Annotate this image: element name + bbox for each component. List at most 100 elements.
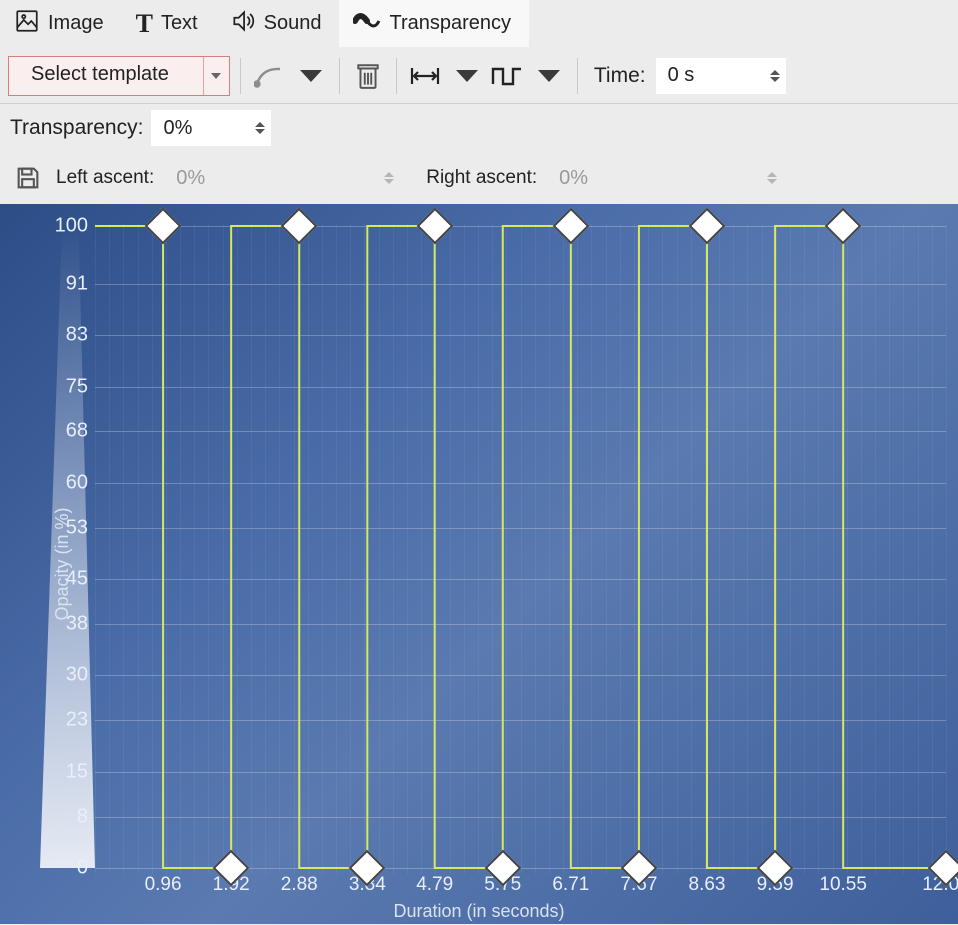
image-icon [14, 8, 40, 40]
y-tick: 8 [38, 805, 88, 828]
delete-button[interactable] [350, 58, 386, 94]
tab-row: Image T Text Sound Transparency [0, 0, 958, 48]
y-tick: 100 [38, 215, 88, 238]
gridline-v [861, 224, 862, 874]
gridline-v [705, 224, 706, 874]
stretch-width-button[interactable] [407, 58, 443, 94]
gridline-v [591, 224, 592, 874]
y-tick: 0 [38, 857, 88, 880]
gridline-v [932, 224, 933, 874]
gridline-v [506, 224, 507, 874]
chart-point[interactable] [145, 208, 182, 245]
gridline-v [762, 224, 763, 874]
time-field[interactable] [656, 58, 786, 94]
time-input[interactable] [666, 63, 764, 88]
x-tick: 6.71 [552, 874, 589, 896]
gridline-v [648, 224, 649, 874]
y-tick: 30 [38, 664, 88, 687]
gridline-v [194, 224, 195, 874]
gridline-v [421, 224, 422, 874]
chart-point[interactable] [281, 208, 318, 245]
square-wave-button[interactable] [489, 58, 525, 94]
tab-transparency[interactable]: Transparency [339, 0, 529, 47]
tab-text-label: Text [161, 12, 198, 35]
separator [577, 58, 578, 94]
gridline-v [492, 224, 493, 874]
gridline-v [733, 224, 734, 874]
gridline-v [123, 224, 124, 874]
tab-sound[interactable]: Sound [216, 0, 340, 47]
transparency-spinners[interactable] [255, 122, 265, 134]
square-wave-dropdown[interactable] [531, 58, 567, 94]
gridline-v [464, 224, 465, 874]
right-ascent-spinners [767, 172, 777, 184]
gridline-v [208, 224, 209, 874]
gridline-v [166, 224, 167, 874]
gridline-v [95, 224, 96, 874]
gridline-v [322, 224, 323, 874]
y-tick: 83 [38, 324, 88, 347]
gridline-v [563, 224, 564, 874]
right-ascent-input [557, 166, 761, 191]
y-tick: 91 [38, 272, 88, 295]
y-tick: 75 [38, 375, 88, 398]
template-select-dropdown[interactable] [203, 57, 229, 95]
template-select-label: Select template [9, 57, 203, 95]
gridline-v [889, 224, 890, 874]
text-icon: T [136, 9, 153, 39]
gridline-v [577, 224, 578, 874]
gridline-v [549, 224, 550, 874]
tab-text[interactable]: T Text [122, 0, 216, 47]
gridline-v [364, 224, 365, 874]
transparency-field[interactable] [151, 110, 271, 146]
gridline-v [804, 224, 805, 874]
y-tick: 45 [38, 568, 88, 591]
x-tick: 0.96 [145, 874, 182, 896]
stretch-width-dropdown[interactable] [449, 58, 485, 94]
gridline-v [535, 224, 536, 874]
y-tick: 68 [38, 420, 88, 443]
gridline-v [634, 224, 635, 874]
separator [396, 58, 397, 94]
chart-point[interactable] [552, 208, 589, 245]
x-tick: 2.88 [281, 874, 318, 896]
separator [240, 58, 241, 94]
opacity-chart[interactable]: Opacity (in %) Duration (in seconds) 081… [0, 204, 958, 924]
gridline-v [521, 224, 522, 874]
transparency-icon [353, 8, 381, 40]
gridline-v [677, 224, 678, 874]
gridline-v [336, 224, 337, 874]
transparency-label: Transparency: [10, 116, 143, 140]
gridline-v [747, 224, 748, 874]
gridline-v [152, 224, 153, 874]
y-tick: 53 [38, 516, 88, 539]
sound-icon [230, 8, 256, 40]
save-icon[interactable] [10, 160, 46, 196]
gridline-v [478, 224, 479, 874]
x-tick: 8.63 [689, 874, 726, 896]
gridline-v [279, 224, 280, 874]
y-tick: 15 [38, 760, 88, 783]
gridline-v [265, 224, 266, 874]
gridline-v [294, 224, 295, 874]
transparency-row: Transparency: [0, 104, 958, 152]
gridline-v [308, 224, 309, 874]
gridline-v [350, 224, 351, 874]
gridline-v [407, 224, 408, 874]
curve-tool-dropdown[interactable] [293, 58, 329, 94]
left-ascent-label: Left ascent: [56, 167, 154, 189]
left-ascent-field [164, 160, 400, 196]
tab-image-label: Image [48, 12, 104, 35]
right-ascent-field [547, 160, 783, 196]
tab-image[interactable]: Image [0, 0, 122, 47]
x-axis-label: Duration (in seconds) [0, 901, 958, 922]
right-ascent-label: Right ascent: [426, 167, 537, 189]
transparency-input[interactable] [161, 116, 249, 141]
gridline-v [393, 224, 394, 874]
gridline-v [620, 224, 621, 874]
chart-point[interactable] [825, 208, 862, 245]
template-select[interactable]: Select template [8, 56, 230, 96]
curve-tool-button[interactable] [251, 58, 287, 94]
time-spinners[interactable] [770, 70, 780, 82]
gridline-v [776, 224, 777, 874]
